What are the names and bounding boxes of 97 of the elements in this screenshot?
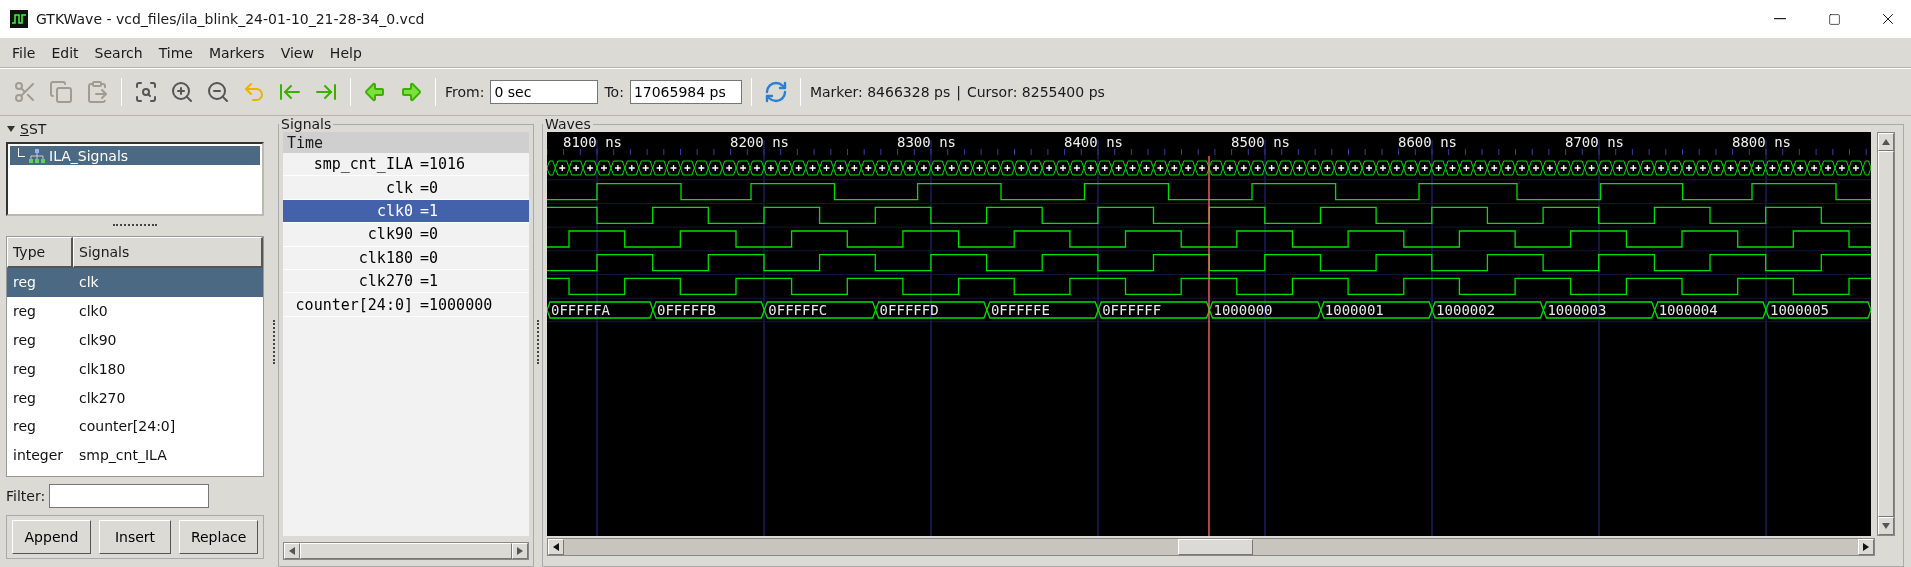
- time-label: 8400 ns: [1064, 134, 1123, 150]
- signal-row[interactable]: counter[24:0] =1000000: [283, 293, 529, 317]
- maximize-icon: [1827, 12, 1841, 26]
- right-arrow-icon: [399, 80, 423, 104]
- bus-value: 0FFFFFE: [990, 302, 1050, 318]
- filter-field[interactable]: [49, 484, 210, 508]
- table-cell-text: integer: [12, 447, 65, 464]
- bus-value: 0FFFFFF: [1102, 302, 1162, 318]
- waveform-canvas[interactable]: 8100 ns 8200 ns 8300 ns 8400 ns 8500 ns 8600 ns 8700 ns 8800 ns 0FFFFFA 0FFFFFB 0FFFFFC 0FFFFFD 0FFFFFE 0FFFFFF 1000000 1000001 1000002 1000003 1000004 1000005: [547, 132, 1871, 536]
- bus-value: 1000003: [1547, 302, 1607, 318]
- cursor-time: Cursor: 8255400 ps: [966, 84, 1105, 100]
- menu-item[interactable]: View: [272, 44, 322, 61]
- bus-value: 0FFFFFC: [768, 302, 828, 318]
- zoom-fit-icon: [134, 80, 158, 104]
- menu-item[interactable]: File: [4, 44, 44, 61]
- panel-title: Waves: [544, 116, 592, 132]
- table-cell-text: clk270: [78, 389, 127, 406]
- bus-value: 0FFFFFA: [551, 302, 610, 318]
- time-label: 8600 ns: [1398, 134, 1457, 150]
- signal-row[interactable]: clk =0: [283, 176, 529, 200]
- table-cell-text: reg: [12, 360, 37, 377]
- time-header: Time: [283, 132, 529, 153]
- scroll-left-icon[interactable]: [553, 543, 559, 551]
- signal-row[interactable]: smp_cnt_ILA =1016: [283, 153, 529, 177]
- bus-value: 1000002: [1436, 302, 1496, 318]
- scroll-thumb[interactable]: [1178, 539, 1254, 555]
- column-header[interactable]: Type: [7, 237, 73, 268]
- scroll-up-icon[interactable]: [1882, 139, 1890, 145]
- table-cell-text: reg: [12, 303, 37, 320]
- to-time-field[interactable]: 17065984 ps: [629, 80, 742, 104]
- bus-value: 0FFFFFB: [657, 302, 716, 318]
- expanded-triangle-icon[interactable]: [6, 124, 16, 134]
- signal-row[interactable]: clk0 =1: [283, 199, 529, 224]
- bus-value: 1000001: [1324, 302, 1384, 318]
- menu-item[interactable]: Search: [86, 44, 151, 61]
- scroll-right-icon[interactable]: [1863, 543, 1869, 551]
- menu-item[interactable]: Time: [150, 44, 201, 61]
- time-label: 8500 ns: [1231, 134, 1290, 150]
- table-cell-text: clk: [78, 274, 100, 291]
- tree-item[interactable]: ILA_Signals: [10, 146, 260, 165]
- time-label: 8300 ns: [897, 134, 956, 150]
- signal-row[interactable]: clk270 =1: [283, 269, 529, 294]
- time-label: 8200 ns: [730, 134, 789, 150]
- zoom-out-icon: [206, 80, 230, 104]
- time-label: 8100 ns: [563, 134, 622, 150]
- horizontal-scrollbar[interactable]: [547, 538, 1875, 556]
- action-button[interactable]: Append: [12, 520, 91, 554]
- field-label: From:: [445, 84, 485, 100]
- time-label: 8800 ns: [1732, 134, 1791, 150]
- window-title: GTKWave - vcd_files/ila_blink_24-01-10_21-28-34_0.vcd: [36, 11, 426, 27]
- bus-value: 1000005: [1770, 302, 1829, 318]
- signal-row[interactable]: clk180 =0: [283, 246, 529, 270]
- table-cell-text: clk90: [78, 332, 118, 348]
- time-label: 8700 ns: [1565, 134, 1624, 150]
- from-time-field[interactable]: 0 sec: [490, 80, 599, 104]
- field-label: Filter:: [6, 488, 46, 504]
- bus-value: 1000004: [1658, 302, 1718, 318]
- scroll-thumb[interactable]: [300, 543, 512, 559]
- horizontal-scrollbar[interactable]: [283, 542, 529, 560]
- scroll-thumb[interactable]: [1878, 151, 1894, 517]
- left-arrow-icon: [363, 80, 387, 104]
- table-cell-text: reg: [12, 389, 37, 406]
- pane-handle[interactable]: [537, 319, 539, 364]
- pane-handle[interactable]: [273, 319, 275, 364]
- table-cell-text: reg: [12, 332, 37, 348]
- table-cell-text: counter[24:0]: [78, 418, 177, 435]
- minimize-icon: [1774, 18, 1786, 20]
- signal-row[interactable]: clk90 =0: [283, 223, 529, 247]
- signal-row[interactable]: reg clk: [7, 268, 263, 297]
- reload-icon: [763, 80, 788, 104]
- panel-title: SST: [20, 121, 47, 137]
- table-cell-text: reg: [12, 274, 37, 291]
- scissors-icon: [13, 80, 37, 104]
- action-button[interactable]: Insert: [98, 520, 172, 554]
- panel-title: Signals: [280, 116, 333, 132]
- column-header[interactable]: Signals: [73, 237, 263, 268]
- menu-item[interactable]: Edit: [43, 44, 87, 61]
- vertical-scrollbar[interactable]: [1877, 132, 1895, 536]
- app-logo-icon: [10, 10, 28, 28]
- table-cell-text: clk0: [78, 303, 109, 320]
- hierarchy-icon: [28, 148, 46, 163]
- table-cell-text: smp_cnt_ILA: [78, 447, 168, 464]
- action-button[interactable]: Replace: [179, 520, 258, 554]
- marker-time: Marker: 8466328 ps: [809, 84, 951, 100]
- scroll-down-icon[interactable]: [1882, 523, 1890, 529]
- copy-icon: [49, 80, 73, 104]
- undo-arrow-icon: [242, 80, 266, 104]
- clipboard-icon: [85, 80, 109, 104]
- table-cell-text: reg: [12, 418, 37, 435]
- table-cell-text: clk180: [78, 360, 127, 377]
- zoom-in-icon: [170, 80, 194, 104]
- bus-value: 1000000: [1213, 302, 1273, 318]
- status-divider: |: [956, 84, 961, 100]
- menu-item[interactable]: Help: [321, 44, 370, 61]
- field-label: To:: [604, 84, 624, 100]
- bus-value: 0FFFFFD: [879, 302, 939, 318]
- menu-item[interactable]: Markers: [200, 44, 273, 61]
